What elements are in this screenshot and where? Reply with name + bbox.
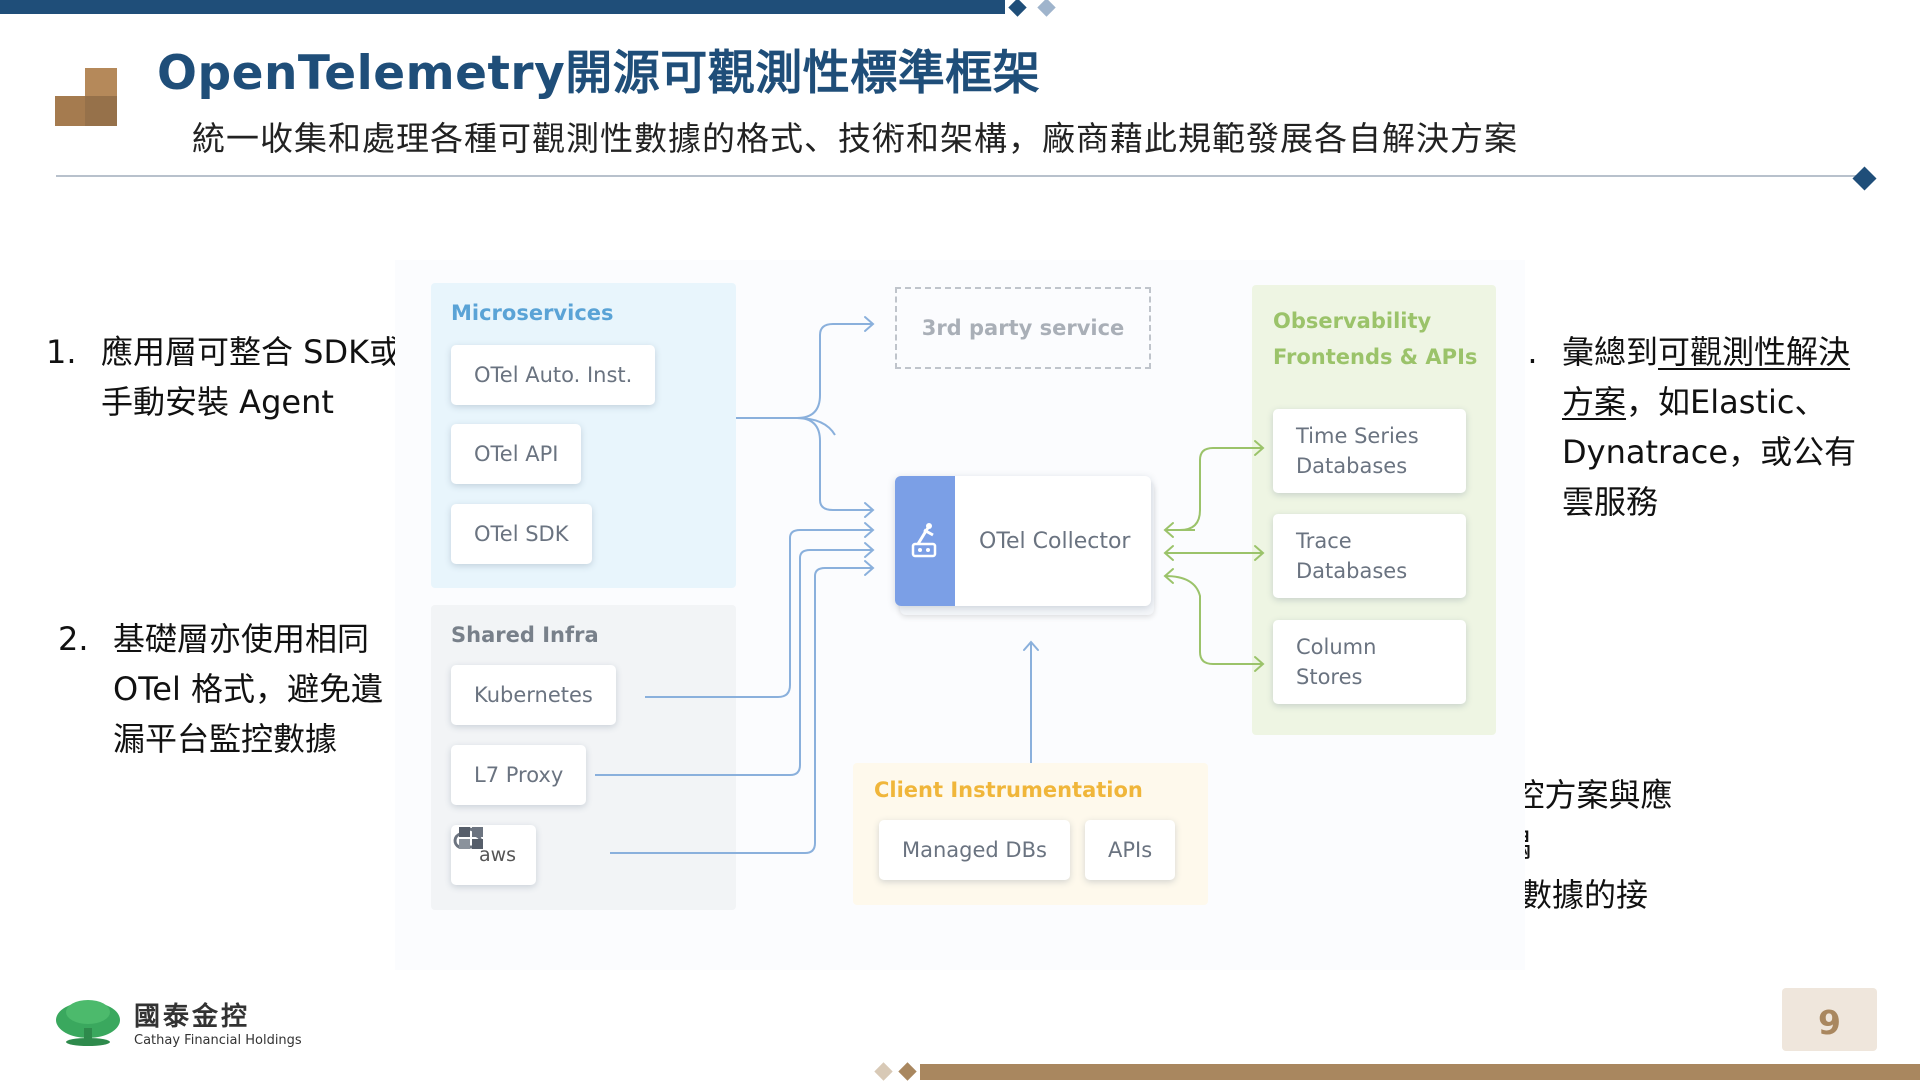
- note-1: 1. 應用層可整合 SDK或 手動安裝 Agent: [46, 333, 402, 421]
- note-2: 2. 基礎層亦使用相同 OTel 格式，避免遺 漏平台監控數據: [58, 620, 384, 758]
- page-number-badge: 9: [1782, 988, 1877, 1051]
- arrow-kubernetes-collector: [645, 529, 873, 698]
- otel-architecture-diagram: Microservices OTel Auto. Inst. OTel API …: [395, 260, 1525, 970]
- diamond-icon: [1037, 0, 1056, 17]
- arrow-to-column-stores: [1164, 575, 1263, 665]
- arrow-to-time-series: [1179, 447, 1263, 531]
- diamond-icon: [1852, 166, 1877, 191]
- company-logo-name: 國泰金控: [134, 1002, 251, 1032]
- company-logo-subtitle: Cathay Financial Holdings: [134, 1033, 302, 1048]
- brand-blocks-icon: [55, 68, 117, 126]
- blue-arrowheads: [864, 316, 1039, 651]
- arrow-cloud-collector: [610, 567, 873, 854]
- diagram-connectors: [595, 316, 1265, 854]
- page-subtitle: 統一收集和處理各種可觀測性數據的格式、技術和架構，廠商藉此規範發展各自解決方案: [192, 119, 1518, 158]
- green-arrowheads: [1163, 440, 1265, 672]
- diamond-icon: [1008, 0, 1027, 17]
- blue-connectors: [595, 323, 1032, 854]
- page-title: OpenTelemetry開源可觀測性標準框架: [157, 46, 1041, 101]
- header-divider: [56, 175, 1856, 177]
- bottom-accent-bar: [920, 1064, 1920, 1080]
- diamond-icon: [898, 1062, 917, 1081]
- arrow-proxy-collector: [595, 549, 873, 776]
- arrow-to-third-party: [736, 323, 873, 419]
- arrow-microservices-collector: [796, 417, 873, 511]
- observability-solution-link[interactable]: 方案: [1562, 383, 1626, 421]
- observability-solution-link[interactable]: 可觀測性解決: [1658, 333, 1850, 371]
- note-5: 5. 彙總到可觀測性解決 方案，如Elastic、 Dynatrace，或公有 …: [1507, 333, 1857, 521]
- diamond-icon: [874, 1062, 893, 1081]
- top-accent-bar: [0, 0, 1005, 14]
- cathay-tree-logo-icon: [56, 1000, 120, 1046]
- green-connectors: [1164, 447, 1263, 665]
